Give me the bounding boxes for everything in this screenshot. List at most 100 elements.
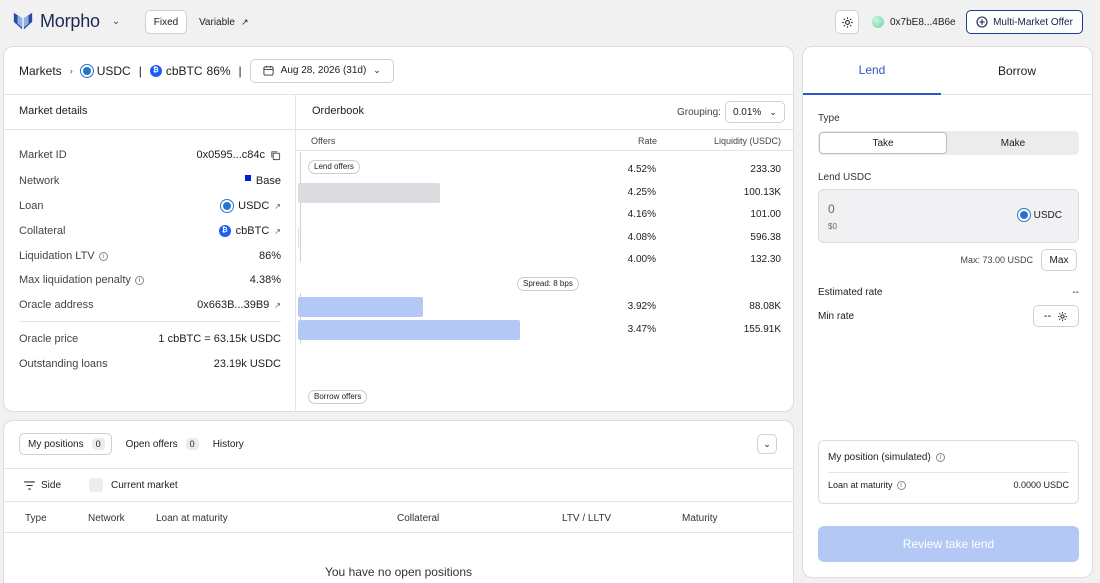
filter-icon[interactable] xyxy=(24,480,35,490)
wallet-avatar xyxy=(872,16,884,28)
mode-variable-label: Variable xyxy=(199,16,235,28)
detail-value: 86% xyxy=(258,250,281,262)
offer-liquidity: 100.13K xyxy=(743,186,781,198)
usdc-icon xyxy=(80,64,93,77)
type-take-button[interactable]: Take xyxy=(819,132,947,154)
amount-token: USDC xyxy=(1017,209,1062,221)
tab-borrow[interactable]: Borrow xyxy=(948,47,1086,95)
brand-name: Morpho xyxy=(40,10,100,31)
my-position-title-label: My position (simulated) xyxy=(828,452,931,463)
min-rate-button[interactable]: -- xyxy=(1033,305,1079,327)
filter-side[interactable]: Side xyxy=(41,480,61,491)
offer-rate: 4.00% xyxy=(627,254,656,266)
chevron-down-icon: ⌄ xyxy=(373,65,381,75)
borrow-offer-row[interactable]: 3.47% 155.91K xyxy=(296,319,793,341)
lend-borrow-tabs: Lend Borrow xyxy=(803,47,1092,95)
cbbtc-icon: ₿ xyxy=(218,225,231,237)
detail-collateral: Collateral ₿ cbBTC ↗ xyxy=(19,223,281,239)
mode-variable-button[interactable]: Variable ↗ xyxy=(199,10,249,34)
lend-offer-row[interactable]: 4.25% 100.13K xyxy=(296,182,793,204)
detail-liquidation-ltv: Liquidation LTV i 86% xyxy=(19,248,281,264)
detail-label: Oracle address xyxy=(19,299,94,311)
multi-market-offer-button[interactable]: Multi-Market Offer xyxy=(966,10,1083,34)
chevron-right-icon: › xyxy=(69,65,73,76)
lend-offer-row[interactable]: 4.00% 132.30 xyxy=(296,249,793,271)
detail-oracle-address: Oracle address 0x663B...39B9 ↗ xyxy=(19,297,281,313)
type-make-button[interactable]: Make xyxy=(949,132,1077,154)
detail-network: Network Base xyxy=(19,173,281,189)
plus-circle-icon xyxy=(976,16,988,28)
count-badge: 0 xyxy=(185,438,199,450)
external-link-icon[interactable]: ↗ xyxy=(274,202,281,211)
chevron-down-icon: ⌄ xyxy=(763,438,771,449)
trade-panel: Lend Borrow Type Take Make Lend USDC 0 $… xyxy=(802,46,1093,578)
tab-my-positions[interactable]: My positions 0 xyxy=(19,433,112,455)
external-link-icon: ↗ xyxy=(240,16,249,27)
info-icon[interactable]: i xyxy=(935,453,945,462)
chevron-down-icon: ⌄ xyxy=(769,106,777,117)
loan-at-maturity-value: 0.0000 USDC xyxy=(1013,480,1069,490)
tab-open-offers[interactable]: Open offers 0 xyxy=(126,438,199,450)
col-collateral: Collateral xyxy=(397,513,440,524)
detail-oracle-price: Oracle price 1 cbBTC = 63.15k USDC xyxy=(19,331,281,347)
grouping-select[interactable]: 0.01% ⌄ xyxy=(724,101,785,123)
amount-usd-value: $0 xyxy=(828,222,837,231)
divider xyxy=(828,472,1069,473)
lend-offer-row[interactable]: 4.16% 101.00 xyxy=(296,204,793,226)
current-market-label: Current market xyxy=(111,479,178,491)
info-icon[interactable]: i xyxy=(896,480,906,490)
settings-button[interactable] xyxy=(835,10,859,34)
external-link-icon[interactable]: ↗ xyxy=(274,227,281,236)
maturity-value: Aug 28, 2026 (31d) xyxy=(280,65,367,76)
separator: | xyxy=(238,63,242,78)
max-button[interactable]: Max xyxy=(1041,249,1077,271)
tab-label: Open offers xyxy=(125,438,178,450)
detail-label: Collateral xyxy=(19,225,66,237)
max-available: Max: 73.00 USDC xyxy=(960,255,1033,265)
orderbook-title: Orderbook xyxy=(312,105,364,117)
info-icon[interactable]: i xyxy=(134,275,144,285)
count-badge: 0 xyxy=(91,438,105,450)
detail-outstanding-loans: Outstanding loans 23.19k USDC xyxy=(19,356,281,372)
detail-label: Outstanding loans xyxy=(19,358,108,370)
type-toggle: Take Make xyxy=(818,131,1079,155)
offer-rate: 3.92% xyxy=(627,301,656,312)
breadcrumb-markets[interactable]: Markets xyxy=(19,64,62,78)
spread-tag: Spread: 8 bps xyxy=(517,277,579,291)
amount-value: 0 xyxy=(828,202,835,216)
review-take-lend-button[interactable]: Review take lend xyxy=(818,526,1079,562)
borrow-offer-row[interactable]: 3.92% 88.08K xyxy=(296,296,793,318)
wallet-button[interactable]: 0x7bE8...4B6e xyxy=(872,10,956,34)
borrow-depth-bar xyxy=(298,319,520,340)
offer-liquidity: 88.08K xyxy=(749,301,781,312)
estimated-rate-value: -- xyxy=(1072,287,1079,298)
market-loan-token: USDC xyxy=(96,63,131,78)
market-details-title: Market details xyxy=(19,105,88,117)
mode-fixed-button[interactable]: Fixed xyxy=(145,10,187,34)
info-icon[interactable]: i xyxy=(98,251,108,261)
maturity-selector[interactable]: Aug 28, 2026 (31d) ⌄ xyxy=(249,58,394,83)
detail-loan: Loan USDC ↗ xyxy=(19,198,281,214)
min-rate-label: Min rate xyxy=(818,310,855,322)
grouping-control: Grouping: 0.01% ⌄ xyxy=(677,101,785,123)
col-rate: Rate xyxy=(638,136,658,146)
external-link-icon[interactable]: ↗ xyxy=(274,301,281,310)
brand-menu[interactable]: Morpho ⌄ xyxy=(12,10,120,32)
lend-offer-row[interactable]: 4.08% 596.38 xyxy=(296,227,793,249)
market-card: Markets › USDC | ₿ cbBTC 86% | Aug 28, 2… xyxy=(3,46,794,412)
gear-icon xyxy=(841,16,853,28)
detail-value: 0x663B...39B9 xyxy=(197,299,270,311)
collapse-button[interactable]: ⌄ xyxy=(757,434,777,454)
lend-amount-input[interactable]: 0 $0 USDC xyxy=(818,189,1079,243)
tab-history[interactable]: History xyxy=(213,439,244,450)
copy-icon[interactable] xyxy=(270,150,281,161)
lend-offer-row[interactable]: 4.52% 233.30 xyxy=(296,159,793,181)
detail-label: Network xyxy=(19,175,60,187)
chevron-down-icon: ⌄ xyxy=(111,15,121,27)
current-market-checkbox[interactable] xyxy=(89,478,104,492)
min-rate-value: -- xyxy=(1043,310,1052,322)
tab-lend[interactable]: Lend xyxy=(803,47,941,95)
filter-bar: Side Current market xyxy=(4,468,793,502)
detail-value: cbBTC xyxy=(235,225,270,237)
loan-at-maturity-label: Loan at maturity xyxy=(828,480,893,490)
